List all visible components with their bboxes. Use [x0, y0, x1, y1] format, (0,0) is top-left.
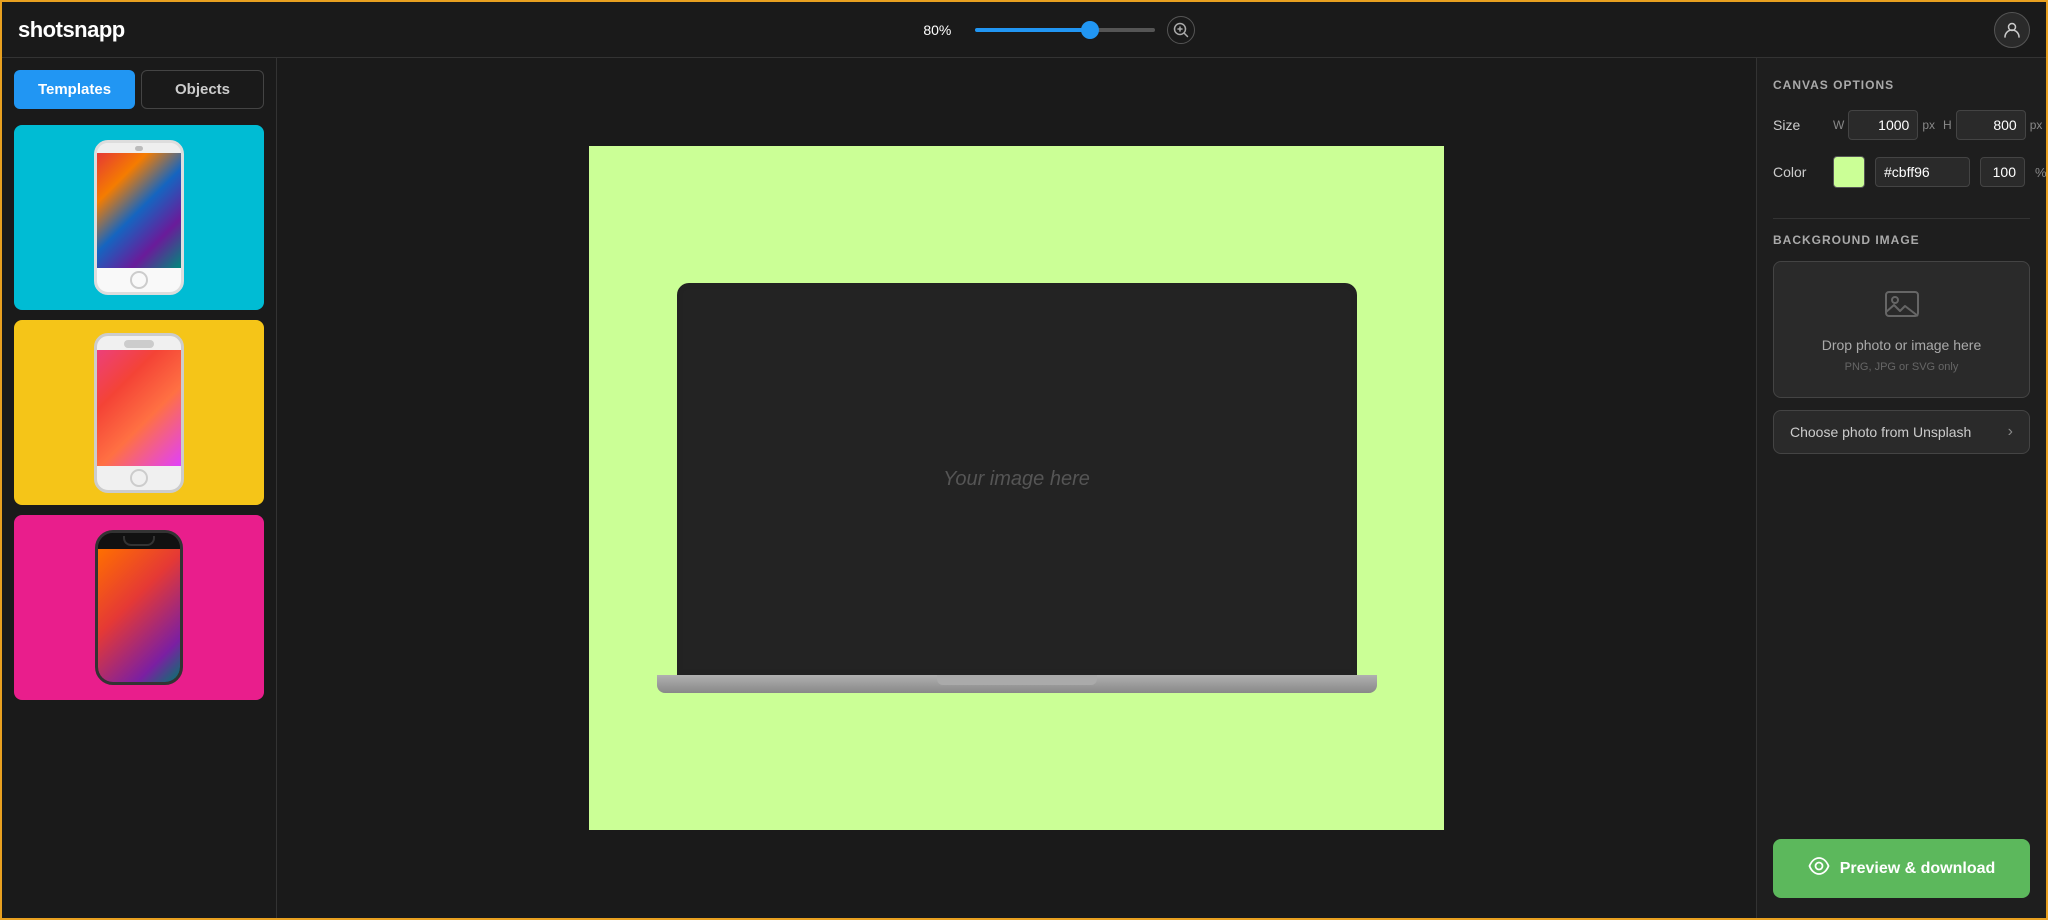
drop-zone-text: Drop photo or image here — [1822, 337, 1982, 353]
chevron-right-icon: › — [2008, 423, 2013, 441]
laptop-mockup: Your image here — [677, 283, 1357, 693]
laptop-screen-inner: Your image here — [683, 289, 1351, 669]
height-unit: px — [2030, 118, 2043, 132]
zoom-in-button[interactable] — [1167, 16, 1195, 44]
size-inputs: W px H px — [1833, 110, 2042, 140]
color-row: Color % — [1773, 156, 2030, 188]
drop-zone-subtext: PNG, JPG or SVG only — [1845, 361, 1959, 373]
width-input[interactable] — [1848, 110, 1918, 140]
width-input-group: W px — [1833, 110, 1935, 140]
phone-screen-2 — [97, 350, 181, 466]
drop-zone[interactable]: Drop photo or image here PNG, JPG or SVG… — [1773, 261, 2030, 398]
phone-top-bar — [97, 143, 181, 153]
eye-icon — [1808, 855, 1830, 882]
size-row: Size W px H px — [1773, 110, 2030, 140]
image-upload-icon — [1884, 286, 1920, 329]
phone-mockup-2 — [94, 333, 184, 493]
zoom-slider[interactable] — [975, 28, 1155, 32]
phone-notch-top — [98, 533, 180, 549]
template-card-3[interactable] — [14, 515, 264, 700]
phone-home-button — [130, 271, 148, 289]
tab-bar: Templates Objects — [2, 58, 276, 117]
section-divider — [1773, 218, 2030, 219]
laptop-screen-outer: Your image here — [677, 283, 1357, 675]
main-layout: Templates Objects — [2, 58, 2046, 918]
phone-notch — [124, 340, 154, 348]
image-placeholder: Your image here — [943, 468, 1090, 491]
phone-mockup-1 — [94, 140, 184, 295]
panel-title: CANVAS OPTIONS — [1773, 78, 2030, 92]
phone-home-button — [130, 469, 148, 487]
height-label: H — [1943, 118, 1952, 132]
opacity-unit: % — [2035, 165, 2046, 180]
size-label: Size — [1773, 117, 1823, 133]
phone-notch-bump — [123, 536, 155, 546]
laptop-base — [657, 675, 1377, 693]
preview-download-label: Preview & download — [1840, 860, 1996, 878]
phone-screen-1 — [97, 153, 181, 268]
laptop-foot — [937, 675, 1097, 685]
phone-camera-dot — [135, 146, 143, 151]
phone-screen-3 — [98, 549, 180, 682]
color-hex-input[interactable] — [1875, 157, 1970, 187]
zoom-controls: 80% — [923, 16, 1195, 44]
unsplash-label: Choose photo from Unsplash — [1790, 424, 1971, 440]
screen-fill — [97, 153, 181, 268]
width-label: W — [1833, 118, 1844, 132]
preview-download-button[interactable]: Preview & download — [1773, 839, 2030, 898]
zoom-label: 80% — [923, 22, 963, 38]
template-card-1[interactable] — [14, 125, 264, 310]
tab-objects[interactable]: Objects — [141, 70, 264, 109]
canvas-background[interactable]: Your image here — [589, 146, 1444, 830]
tab-templates[interactable]: Templates — [14, 70, 135, 109]
unsplash-button[interactable]: Choose photo from Unsplash › — [1773, 410, 2030, 454]
height-input[interactable] — [1956, 110, 2026, 140]
height-input-group: H px — [1943, 110, 2042, 140]
app-logo: shotsnapp — [18, 17, 125, 43]
canvas-area: Your image here — [277, 58, 1756, 918]
templates-list — [2, 117, 276, 918]
right-panel: CANVAS OPTIONS Size W px H px Color — [1756, 58, 2046, 918]
user-account-button[interactable] — [1994, 12, 2030, 48]
phone-mockup-3 — [95, 530, 183, 685]
left-sidebar: Templates Objects — [2, 58, 277, 918]
screen-fill — [98, 549, 180, 682]
template-card-2[interactable] — [14, 320, 264, 505]
top-bar: shotsnapp 80% — [2, 2, 2046, 58]
bg-image-title: BACKGROUND IMAGE — [1773, 233, 2030, 247]
color-swatch[interactable] — [1833, 156, 1865, 188]
opacity-input[interactable] — [1980, 157, 2025, 187]
width-unit: px — [1922, 118, 1935, 132]
color-label: Color — [1773, 164, 1823, 180]
screen-fill — [97, 350, 181, 466]
